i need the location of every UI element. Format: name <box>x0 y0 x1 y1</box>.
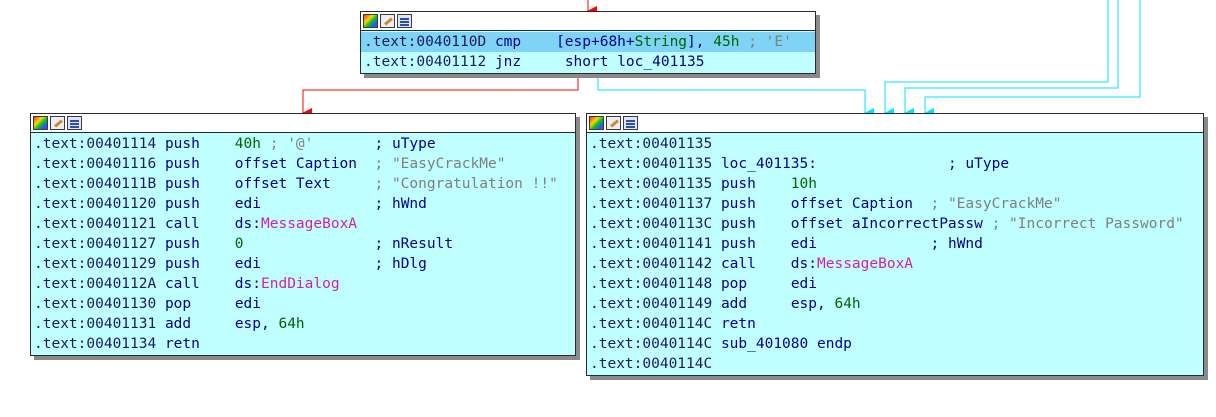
asm-line[interactable]: .text:00401129 push edi ; hDlg <box>34 254 572 274</box>
asm-line[interactable]: .text:00401135 loc_401135: ; uType <box>590 154 1200 174</box>
asm-line[interactable]: .text:00401137 push offset Caption ; "Ea… <box>590 194 1200 214</box>
code-block-failure[interactable]: .text:00401135 .text:00401135 loc_401135… <box>586 113 1204 376</box>
asm-line[interactable]: .text:00401120 push edi ; hWnd <box>34 194 572 214</box>
asm-line[interactable]: .text:00401114 push 40h ; '@' ; uType <box>34 134 572 154</box>
asm-line[interactable]: .text:00401112 jnz short loc_401135 <box>364 52 812 72</box>
graph-overview-icon[interactable] <box>67 116 82 130</box>
asm-line[interactable]: .text:0040111B push offset Text ; "Congr… <box>34 174 572 194</box>
asm-line[interactable]: .text:00401127 push 0 ; nResult <box>34 234 572 254</box>
false-branch-edge <box>302 77 579 118</box>
asm-line[interactable]: .text:0040113C push offset aIncorrectPas… <box>590 214 1200 234</box>
asm-line[interactable]: .text:00401134 retn <box>34 334 572 354</box>
code-block-cmp[interactable]: .text:0040110D cmp [esp+68h+String], 45h… <box>360 11 816 74</box>
loop-edge-2 <box>904 0 1119 118</box>
asm-line[interactable]: .text:00401116 push offset Caption ; "Ea… <box>34 154 572 174</box>
asm-line[interactable]: .text:00401121 call ds:MessageBoxA <box>34 214 572 234</box>
color-palette-icon[interactable] <box>33 116 48 130</box>
asm-line[interactable]: .text:00401131 add esp, 64h <box>34 314 572 334</box>
asm-line[interactable]: .text:0040110D cmp [esp+68h+String], 45h… <box>361 32 815 52</box>
color-palette-icon[interactable] <box>589 116 604 130</box>
asm-line[interactable]: .text:00401135 <box>590 134 1200 154</box>
asm-line[interactable]: .text:00401149 add esp, 64h <box>590 294 1200 314</box>
asm-line[interactable]: .text:0040114C <box>590 354 1200 374</box>
true-branch-edge <box>597 77 874 118</box>
asm-line[interactable]: .text:00401148 pop edi <box>590 274 1200 294</box>
asm-line[interactable]: .text:0040114C retn <box>590 314 1200 334</box>
block-header <box>361 12 815 31</box>
loop-edge-1 <box>884 0 1109 118</box>
block-header <box>587 114 1203 133</box>
asm-line[interactable]: .text:00401135 push 10h <box>590 174 1200 194</box>
block-header <box>31 114 575 133</box>
graph-overview-icon[interactable] <box>623 116 638 130</box>
edit-pencil-icon[interactable] <box>380 14 395 28</box>
graph-overview-icon[interactable] <box>397 14 412 28</box>
asm-line[interactable]: .text:0040114C sub_401080 endp <box>590 334 1200 354</box>
color-palette-icon[interactable] <box>363 14 378 28</box>
code-block-success[interactable]: .text:00401114 push 40h ; '@' ; uType .t… <box>30 113 576 356</box>
asm-line[interactable]: .text:00401141 push edi ; hWnd <box>590 234 1200 254</box>
asm-line[interactable]: .text:00401142 call ds:MessageBoxA <box>590 254 1200 274</box>
edit-pencil-icon[interactable] <box>50 116 65 130</box>
asm-line[interactable]: .text:00401130 pop edi <box>34 294 572 314</box>
edit-pencil-icon[interactable] <box>606 116 621 130</box>
asm-line[interactable]: .text:0040112A call ds:EndDialog <box>34 274 572 294</box>
